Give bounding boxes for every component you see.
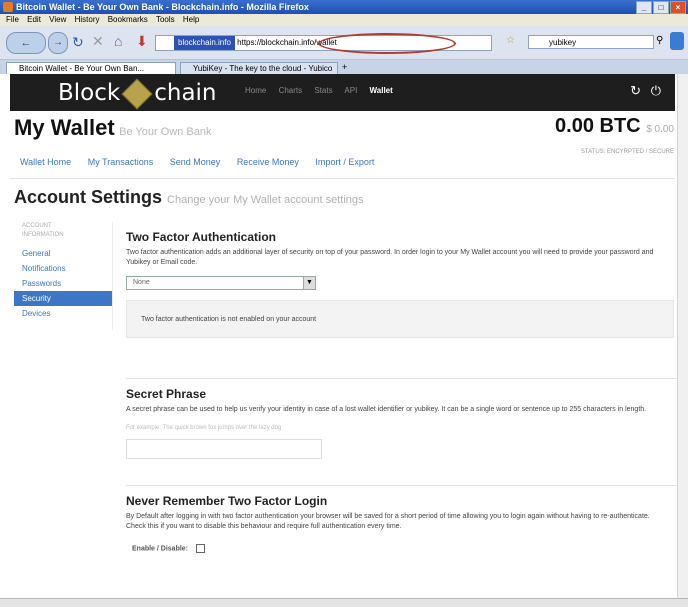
cube-icon [121,77,153,110]
wallet-nav-receive[interactable]: Receive Money [237,157,299,167]
window-controls: _ □ × [636,1,686,14]
never-remember-desc: By Default after logging in with two fac… [126,513,650,530]
sidebar-header-line1: ACCOUNT [22,223,52,229]
browser-toolbar: ← → ↻ ✕ ⌂ ⬇ blockchain.info https://bloc… [0,26,688,60]
home-icon[interactable]: ⌂ [114,33,122,49]
tab-yubikey[interactable]: YubiKey - The key to the cloud - Yubico [180,62,338,74]
site-nav: Home Charts Stats API Wallet [245,86,403,95]
menu-tools[interactable]: Tools [156,15,175,24]
settings-title: Account Settings [14,187,163,207]
new-tab-button[interactable]: + [342,62,347,72]
url-bar[interactable]: blockchain.info https://blockchain.info/… [155,33,492,54]
secret-phrase-input[interactable] [126,439,322,459]
never-remember-label: Enable / Disable: [132,545,189,553]
sidebar-item-general[interactable]: General [14,246,112,261]
search-input[interactable]: yubikey [528,35,654,49]
usd-balance: $ 0.00 [646,124,674,135]
blockchain-logo[interactable]: Block chain [58,77,217,110]
divider [10,178,675,179]
wallet-status: STATUS: ENCYRPTED / SECURE [580,149,674,155]
settings-content: Two Factor Authentication Two factor aut… [126,222,676,553]
nav-wallet[interactable]: Wallet [370,86,393,95]
wallet-nav-home[interactable]: Wallet Home [20,157,71,167]
balance-display: 0.00 BTC $ 0.00 [555,115,674,138]
nav-home[interactable]: Home [245,86,266,95]
two-factor-select-value: None [133,279,150,286]
site-header: Block chain Home Charts Stats API Wallet … [10,74,675,111]
sidebar-header-line2: INFORMATION [22,232,64,238]
wallet-header: My Wallet Be Your Own Bank 0.00 BTC $ 0.… [14,115,674,155]
forward-button[interactable]: → [48,32,68,54]
minimize-button[interactable]: _ [636,1,652,14]
refresh-icon[interactable]: ↻ [630,83,641,98]
back-button[interactable]: ← [6,32,46,54]
menu-bookmarks[interactable]: Bookmarks [108,15,148,24]
wallet-nav-send[interactable]: Send Money [170,157,221,167]
never-remember-row: Enable / Disable: [126,544,676,553]
maximize-button[interactable]: □ [653,1,669,14]
reload-icon[interactable]: ↻ [72,34,84,51]
never-remember-checkbox[interactable] [195,544,205,553]
nav-charts[interactable]: Charts [279,86,303,95]
two-factor-notice: Two factor authentication is not enabled… [126,300,674,338]
section-divider [126,485,676,486]
secret-phrase-title: Secret Phrase [126,387,207,401]
never-remember-title: Never Remember Two Factor Login [126,494,328,508]
wallet-nav-transactions[interactable]: My Transactions [88,157,154,167]
wallet-subtitle: Be Your Own Bank [119,126,212,138]
menu-edit[interactable]: Edit [27,15,41,24]
download-icon[interactable]: ⬇ [136,33,148,50]
site-identity[interactable]: blockchain.info [174,36,235,50]
vertical-scrollbar[interactable] [677,74,688,599]
power-icon[interactable]: ⏻ [651,83,661,98]
btc-balance: 0.00 BTC [555,115,641,137]
secret-phrase-desc: A secret phrase can be used to help us v… [126,406,647,413]
menu-file[interactable]: File [6,15,19,24]
addon-icon[interactable] [670,32,684,50]
wallet-nav-import-export[interactable]: Import / Export [315,157,374,167]
page-title: Account Settings Change your My Wallet a… [14,187,364,208]
highlight-oval [318,33,456,54]
firefox-icon [3,2,13,12]
sidebar-item-devices[interactable]: Devices [14,306,112,321]
settings-sidebar: ACCOUNT INFORMATION General Notification… [14,222,113,330]
nav-api[interactable]: API [344,86,357,95]
stop-icon[interactable]: ✕ [92,33,104,50]
menu-history[interactable]: History [75,15,100,24]
horizontal-scrollbar[interactable] [0,598,688,607]
sidebar-item-passwords[interactable]: Passwords [14,276,112,291]
secret-phrase-hint: For example: The quick brown fox jumps o… [126,425,282,431]
two-factor-desc: Two factor authentication adds an additi… [126,249,654,266]
window-titlebar: Bitcoin Wallet - Be Your Own Bank - Bloc… [0,0,688,14]
sidebar-item-notifications[interactable]: Notifications [14,261,112,276]
logo-left: Block [58,80,121,106]
wallet-nav: Wallet Home My Transactions Send Money R… [20,157,388,167]
window-title: Bitcoin Wallet - Be Your Own Bank - Bloc… [16,2,309,12]
header-icons: ↻ ⏻ [630,83,661,99]
close-window-button[interactable]: × [670,1,686,14]
tab-strip: Bitcoin Wallet - Be Your Own Ban... Yubi… [0,60,688,74]
chevron-down-icon[interactable]: ▼ [303,277,315,289]
logo-right: chain [154,80,217,106]
sidebar-header: ACCOUNT INFORMATION [14,222,112,246]
two-factor-select[interactable]: None ▼ [126,276,316,290]
menu-bar: File Edit View History Bookmarks Tools H… [0,14,688,26]
settings-subtitle: Change your My Wallet account settings [167,194,364,206]
two-factor-title: Two Factor Authentication [126,230,276,244]
sidebar-item-security[interactable]: Security [14,291,112,306]
menu-view[interactable]: View [49,15,66,24]
search-icon[interactable]: ⚲ [656,35,663,46]
tab-bitcoin-wallet[interactable]: Bitcoin Wallet - Be Your Own Ban... [6,62,176,74]
section-divider [126,378,676,379]
menu-help[interactable]: Help [183,15,199,24]
wallet-title: My Wallet [14,115,115,140]
nav-stats[interactable]: Stats [314,86,332,95]
bookmark-star-icon[interactable]: ☆ [506,35,515,46]
